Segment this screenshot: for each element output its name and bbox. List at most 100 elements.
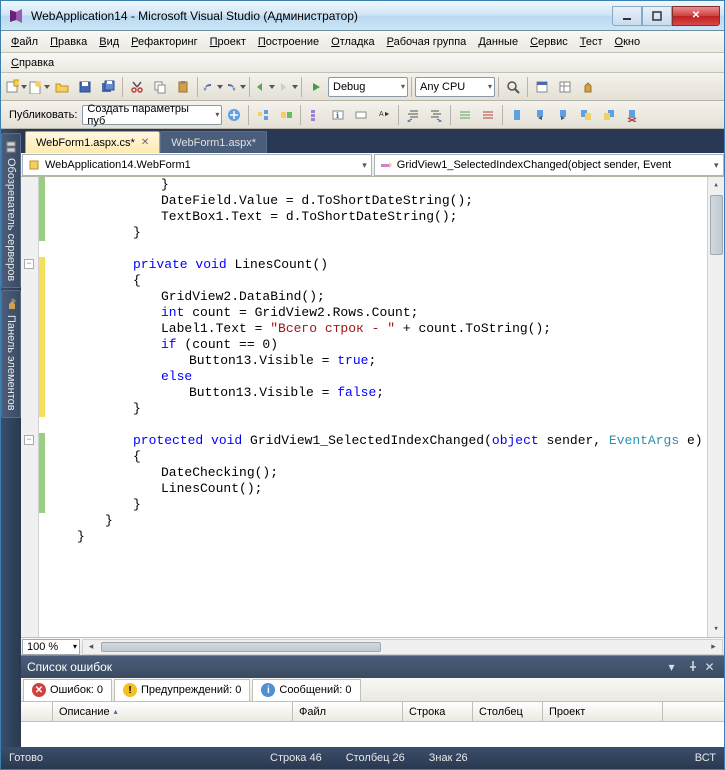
uncomment-button[interactable] xyxy=(477,104,499,126)
error-column-header[interactable]: Строка xyxy=(403,702,473,721)
menu-bar-row2: Справка xyxy=(1,53,724,73)
vertical-scrollbar-thumb[interactable] xyxy=(710,195,723,255)
menu-item[interactable]: Правка xyxy=(44,34,93,50)
prev-bookmark-button[interactable] xyxy=(529,104,551,126)
close-button[interactable]: ✕ xyxy=(672,6,720,26)
error-column-header[interactable]: Столбец xyxy=(473,702,543,721)
status-ready: Готово xyxy=(9,752,43,764)
toolbox-tab[interactable]: Панель элементов xyxy=(1,290,21,418)
publish-button[interactable] xyxy=(223,104,245,126)
save-button[interactable] xyxy=(74,76,96,98)
menu-item[interactable]: Тест xyxy=(574,34,609,50)
type-nav-combo[interactable]: WebApplication14.WebForm1▾ xyxy=(22,154,372,176)
errors-filter-tab[interactable]: ✕Ошибок: 0 xyxy=(23,679,112,701)
prev-bookmark-folder-button[interactable] xyxy=(575,104,597,126)
member-nav-combo[interactable]: GridView1_SelectedIndexChanged(object se… xyxy=(374,154,724,176)
undo-button[interactable] xyxy=(201,76,223,98)
comment-button[interactable] xyxy=(454,104,476,126)
save-all-button[interactable] xyxy=(97,76,119,98)
code-editor[interactable]: −− }DateField.Value = d.ToShortDateStrin… xyxy=(21,177,724,637)
object-browser-button[interactable] xyxy=(275,104,297,126)
server-explorer-tab[interactable]: Обозреватель серверов xyxy=(1,133,21,288)
quick-info-button[interactable]: ℹ xyxy=(327,104,349,126)
bookmark-button[interactable] xyxy=(506,104,528,126)
decrease-indent-button[interactable] xyxy=(402,104,424,126)
next-bookmark-folder-button[interactable] xyxy=(598,104,620,126)
horizontal-scrollbar[interactable]: ◂ ▸ xyxy=(82,639,723,655)
nav-back-button[interactable] xyxy=(253,76,275,98)
add-item-button[interactable] xyxy=(28,76,50,98)
editor-footer: 100 %▾ ◂ ▸ xyxy=(21,637,724,655)
member-list-button[interactable] xyxy=(304,104,326,126)
publish-target-combo[interactable]: Создать параметры пуб▾ xyxy=(82,105,222,125)
menu-item[interactable]: Файл xyxy=(5,34,44,50)
platform-combo[interactable]: Any CPU▾ xyxy=(415,77,495,97)
status-column: Столбец 26 xyxy=(346,752,405,764)
messages-filter-tab[interactable]: iСообщений: 0 xyxy=(252,679,360,701)
standard-toolbar: Debug▾ Any CPU▾ xyxy=(1,73,724,101)
error-column-header[interactable]: Файл xyxy=(293,702,403,721)
solution-explorer-button[interactable] xyxy=(531,76,553,98)
window-title: WebApplication14 - Microsoft Visual Stud… xyxy=(31,9,612,23)
pin-icon[interactable] xyxy=(687,660,701,674)
new-project-button[interactable] xyxy=(5,76,27,98)
config-combo[interactable]: Debug▾ xyxy=(328,77,408,97)
code-area[interactable]: }DateField.Value = d.ToShortDateString()… xyxy=(45,177,707,637)
error-column-header[interactable]: Проект xyxy=(543,702,663,721)
start-debug-button[interactable] xyxy=(305,76,327,98)
clear-bookmarks-button[interactable] xyxy=(621,104,643,126)
menu-item[interactable]: Сервис xyxy=(524,34,574,50)
minimize-button[interactable] xyxy=(612,6,642,26)
error-list-grid[interactable]: Описание▴ФайлСтрокаСтолбецПроект xyxy=(21,702,724,747)
vertical-scrollbar[interactable]: ▴ ▾ xyxy=(707,177,724,637)
status-char: Знак 26 xyxy=(429,752,468,764)
menu-item[interactable]: Рабочая группа xyxy=(381,34,473,50)
error-list-panel: Список ошибок ▾ ✕ ✕Ошибок: 0 !Предупрежд… xyxy=(21,655,724,747)
error-filter-tabs: ✕Ошибок: 0 !Предупреждений: 0 iСообщений… xyxy=(21,678,724,702)
editor-outline-gutter[interactable]: −− xyxy=(21,177,39,637)
document-tab[interactable]: WebForm1.aspx* xyxy=(160,131,267,153)
cut-button[interactable] xyxy=(126,76,148,98)
error-column-header[interactable] xyxy=(21,702,53,721)
open-button[interactable] xyxy=(51,76,73,98)
complete-word-button[interactable]: A► xyxy=(373,104,395,126)
menu-item[interactable]: Вид xyxy=(93,34,125,50)
window-position-icon[interactable]: ▾ xyxy=(669,660,683,674)
properties-button[interactable] xyxy=(554,76,576,98)
menu-item[interactable]: Построение xyxy=(252,34,325,50)
close-tab-icon[interactable]: ✕ xyxy=(141,137,149,148)
menu-item[interactable]: Отладка xyxy=(325,34,381,50)
status-insert-mode: ВСТ xyxy=(695,752,716,764)
error-list-title: Список ошибок xyxy=(27,660,112,674)
find-button[interactable] xyxy=(502,76,524,98)
paste-button[interactable] xyxy=(172,76,194,98)
menu-item[interactable]: Окно xyxy=(609,34,647,50)
close-panel-icon[interactable]: ✕ xyxy=(705,660,719,674)
title-bar: WebApplication14 - Microsoft Visual Stud… xyxy=(1,1,724,31)
document-tab[interactable]: WebForm1.aspx.cs*✕ xyxy=(25,131,160,153)
warnings-filter-tab[interactable]: !Предупреждений: 0 xyxy=(114,679,250,701)
param-info-button[interactable] xyxy=(350,104,372,126)
menu-item[interactable]: Проект xyxy=(204,34,252,50)
nav-forward-button[interactable] xyxy=(276,76,298,98)
menu-item[interactable]: Данные xyxy=(472,34,524,50)
redo-button[interactable] xyxy=(224,76,246,98)
next-bookmark-button[interactable] xyxy=(552,104,574,126)
copy-button[interactable] xyxy=(149,76,171,98)
menu-item[interactable]: Рефакторинг xyxy=(125,34,203,50)
svg-text:A►: A► xyxy=(379,111,391,118)
svg-text:ℹ: ℹ xyxy=(336,111,339,120)
class-view-button[interactable] xyxy=(252,104,274,126)
error-column-header[interactable]: Описание▴ xyxy=(53,702,293,721)
status-line: Строка 46 xyxy=(270,752,322,764)
status-bar: Готово Строка 46 Столбец 26 Знак 26 ВСТ xyxy=(1,747,724,769)
menu-bar: ФайлПравкаВидРефакторингПроектПостроение… xyxy=(1,31,724,53)
toolbox-button[interactable] xyxy=(577,76,599,98)
zoom-combo[interactable]: 100 %▾ xyxy=(22,639,80,655)
increase-indent-button[interactable] xyxy=(425,104,447,126)
maximize-button[interactable] xyxy=(642,6,672,26)
menu-item[interactable]: Справка xyxy=(5,55,60,71)
publish-label: Публиковать: xyxy=(5,109,81,121)
error-list-titlebar[interactable]: Список ошибок ▾ ✕ xyxy=(21,656,724,678)
horizontal-scrollbar-thumb[interactable] xyxy=(101,642,381,652)
